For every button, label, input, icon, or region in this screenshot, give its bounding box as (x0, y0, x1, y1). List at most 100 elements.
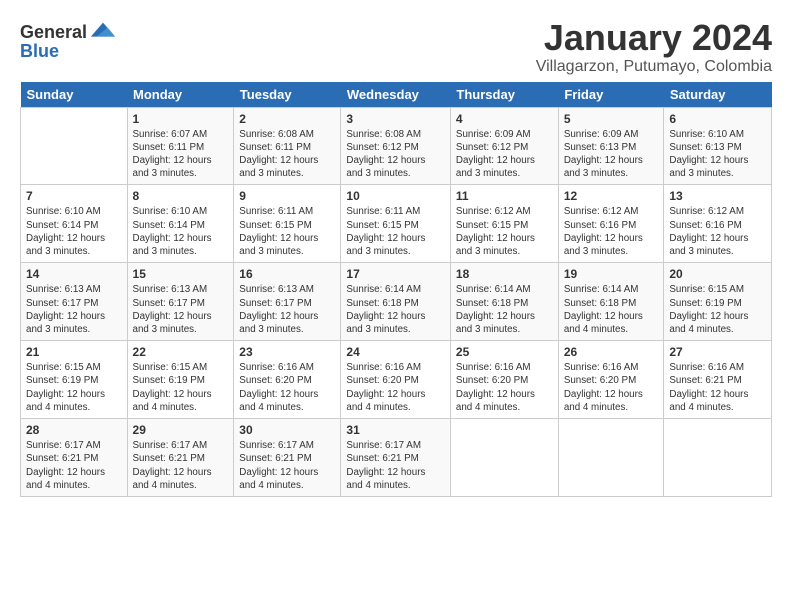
calendar-cell: 18 Sunrise: 6:14 AM Sunset: 6:18 PM Dayli… (450, 263, 558, 341)
calendar-cell: 10Sunrise: 6:11 AM Sunset: 6:15 PM Dayli… (341, 185, 451, 263)
day-number: 12 (564, 189, 659, 203)
day-number: 7 (26, 189, 122, 203)
day-info: Sunrise: 6:08 AM Sunset: 6:11 PM Dayligh… (239, 128, 335, 181)
day-info: Sunrise: 6:10 AM Sunset: 6:13 PM Dayligh… (669, 128, 766, 181)
day-number: 2 (239, 112, 335, 126)
calendar-cell: 25 Sunrise: 6:16 AM Sunset: 6:20 PM Dayli… (450, 341, 558, 419)
calendar-cell (21, 107, 128, 185)
calendar-week-row: 28 Sunrise: 6:17 AM Sunset: 6:21 PM Dayli… (21, 419, 772, 497)
calendar-cell: 6 Sunrise: 6:10 AM Sunset: 6:13 PM Daylig… (664, 107, 772, 185)
logo-blue-text: Blue (20, 42, 59, 60)
day-number: 20 (669, 267, 766, 281)
logo-general-text: General (20, 23, 87, 41)
page-container: General Blue January 2024 Villagarzon, P… (0, 0, 792, 507)
day-info: Sunrise: 6:17 AM Sunset: 6:21 PM Dayligh… (26, 439, 122, 492)
day-number: 10 (346, 189, 445, 203)
calendar-week-row: 14 Sunrise: 6:13 AM Sunset: 6:17 PM Dayli… (21, 263, 772, 341)
calendar-cell: 17Sunrise: 6:14 AM Sunset: 6:18 PM Dayli… (341, 263, 451, 341)
calendar-cell (664, 419, 772, 497)
calendar-cell: 31Sunrise: 6:17 AM Sunset: 6:21 PM Dayli… (341, 419, 451, 497)
day-number: 28 (26, 423, 122, 437)
calendar-cell: 28 Sunrise: 6:17 AM Sunset: 6:21 PM Dayli… (21, 419, 128, 497)
calendar-cell: 9 Sunrise: 6:11 AM Sunset: 6:15 PM Daylig… (234, 185, 341, 263)
title-block: January 2024 Villagarzon, Putumayo, Colo… (536, 18, 772, 76)
calendar-cell: 21Sunrise: 6:15 AM Sunset: 6:19 PM Dayli… (21, 341, 128, 419)
calendar-cell: 3Sunrise: 6:08 AM Sunset: 6:12 PM Daylig… (341, 107, 451, 185)
day-info: Sunrise: 6:12 AM Sunset: 6:16 PM Dayligh… (669, 205, 766, 258)
day-info: Sunrise: 6:12 AM Sunset: 6:16 PM Dayligh… (564, 205, 659, 258)
day-info: Sunrise: 6:09 AM Sunset: 6:12 PM Dayligh… (456, 128, 553, 181)
day-info: Sunrise: 6:12 AM Sunset: 6:15 PM Dayligh… (456, 205, 553, 258)
calendar-cell: 2 Sunrise: 6:08 AM Sunset: 6:11 PM Daylig… (234, 107, 341, 185)
month-year-title: January 2024 (536, 18, 772, 58)
day-number: 1 (133, 112, 229, 126)
day-info: Sunrise: 6:16 AM Sunset: 6:21 PM Dayligh… (669, 361, 766, 414)
weekday-header-tuesday: Tuesday (234, 82, 341, 108)
weekday-header-saturday: Saturday (664, 82, 772, 108)
calendar-cell: 11 Sunrise: 6:12 AM Sunset: 6:15 PM Dayli… (450, 185, 558, 263)
day-info: Sunrise: 6:14 AM Sunset: 6:18 PM Dayligh… (456, 283, 553, 336)
calendar-cell: 1 Sunrise: 6:07 AM Sunset: 6:11 PM Daylig… (127, 107, 234, 185)
day-number: 15 (133, 267, 229, 281)
calendar-week-row: 21Sunrise: 6:15 AM Sunset: 6:19 PM Dayli… (21, 341, 772, 419)
day-number: 25 (456, 345, 553, 359)
day-number: 6 (669, 112, 766, 126)
day-info: Sunrise: 6:11 AM Sunset: 6:15 PM Dayligh… (239, 205, 335, 258)
day-info: Sunrise: 6:17 AM Sunset: 6:21 PM Dayligh… (133, 439, 229, 492)
day-info: Sunrise: 6:16 AM Sunset: 6:20 PM Dayligh… (346, 361, 445, 414)
calendar-cell: 24 Sunrise: 6:16 AM Sunset: 6:20 PM Dayli… (341, 341, 451, 419)
day-info: Sunrise: 6:07 AM Sunset: 6:11 PM Dayligh… (133, 128, 229, 181)
day-number: 8 (133, 189, 229, 203)
calendar-cell: 22 Sunrise: 6:15 AM Sunset: 6:19 PM Dayli… (127, 341, 234, 419)
weekday-header-friday: Friday (558, 82, 664, 108)
calendar-cell: 20Sunrise: 6:15 AM Sunset: 6:19 PM Dayli… (664, 263, 772, 341)
day-number: 13 (669, 189, 766, 203)
logo-icon (89, 18, 117, 46)
calendar-cell: 12 Sunrise: 6:12 AM Sunset: 6:16 PM Dayli… (558, 185, 664, 263)
day-info: Sunrise: 6:13 AM Sunset: 6:17 PM Dayligh… (239, 283, 335, 336)
calendar-week-row: 1 Sunrise: 6:07 AM Sunset: 6:11 PM Daylig… (21, 107, 772, 185)
location-title: Villagarzon, Putumayo, Colombia (536, 58, 772, 76)
day-info: Sunrise: 6:17 AM Sunset: 6:21 PM Dayligh… (346, 439, 445, 492)
day-number: 16 (239, 267, 335, 281)
calendar-cell: 5Sunrise: 6:09 AM Sunset: 6:13 PM Daylig… (558, 107, 664, 185)
day-number: 22 (133, 345, 229, 359)
day-number: 4 (456, 112, 553, 126)
day-number: 26 (564, 345, 659, 359)
day-number: 18 (456, 267, 553, 281)
day-info: Sunrise: 6:16 AM Sunset: 6:20 PM Dayligh… (456, 361, 553, 414)
calendar-cell: 30Sunrise: 6:17 AM Sunset: 6:21 PM Dayli… (234, 419, 341, 497)
weekday-header-sunday: Sunday (21, 82, 128, 108)
day-number: 14 (26, 267, 122, 281)
calendar-cell: 26 Sunrise: 6:16 AM Sunset: 6:20 PM Dayli… (558, 341, 664, 419)
calendar-week-row: 7Sunrise: 6:10 AM Sunset: 6:14 PM Daylig… (21, 185, 772, 263)
logo: General Blue (20, 18, 117, 60)
day-info: Sunrise: 6:15 AM Sunset: 6:19 PM Dayligh… (133, 361, 229, 414)
weekday-header-row: SundayMondayTuesdayWednesdayThursdayFrid… (21, 82, 772, 108)
calendar-cell: 16 Sunrise: 6:13 AM Sunset: 6:17 PM Dayli… (234, 263, 341, 341)
day-number: 11 (456, 189, 553, 203)
day-info: Sunrise: 6:14 AM Sunset: 6:18 PM Dayligh… (564, 283, 659, 336)
calendar-cell (450, 419, 558, 497)
calendar-cell: 8Sunrise: 6:10 AM Sunset: 6:14 PM Daylig… (127, 185, 234, 263)
calendar-cell: 13 Sunrise: 6:12 AM Sunset: 6:16 PM Dayli… (664, 185, 772, 263)
day-info: Sunrise: 6:16 AM Sunset: 6:20 PM Dayligh… (239, 361, 335, 414)
day-info: Sunrise: 6:13 AM Sunset: 6:17 PM Dayligh… (133, 283, 229, 336)
day-number: 9 (239, 189, 335, 203)
day-info: Sunrise: 6:15 AM Sunset: 6:19 PM Dayligh… (26, 361, 122, 414)
weekday-header-thursday: Thursday (450, 82, 558, 108)
calendar-cell: 14Sunrise: 6:13 AM Sunset: 6:17 PM Dayli… (21, 263, 128, 341)
day-number: 23 (239, 345, 335, 359)
day-info: Sunrise: 6:16 AM Sunset: 6:20 PM Dayligh… (564, 361, 659, 414)
calendar-cell: 19Sunrise: 6:14 AM Sunset: 6:18 PM Dayli… (558, 263, 664, 341)
day-info: Sunrise: 6:14 AM Sunset: 6:18 PM Dayligh… (346, 283, 445, 336)
weekday-header-wednesday: Wednesday (341, 82, 451, 108)
calendar-cell: 27Sunrise: 6:16 AM Sunset: 6:21 PM Dayli… (664, 341, 772, 419)
calendar-cell (558, 419, 664, 497)
day-number: 24 (346, 345, 445, 359)
calendar-table: SundayMondayTuesdayWednesdayThursdayFrid… (20, 82, 772, 497)
calendar-cell: 7Sunrise: 6:10 AM Sunset: 6:14 PM Daylig… (21, 185, 128, 263)
day-info: Sunrise: 6:17 AM Sunset: 6:21 PM Dayligh… (239, 439, 335, 492)
day-info: Sunrise: 6:09 AM Sunset: 6:13 PM Dayligh… (564, 128, 659, 181)
calendar-cell: 23 Sunrise: 6:16 AM Sunset: 6:20 PM Dayli… (234, 341, 341, 419)
